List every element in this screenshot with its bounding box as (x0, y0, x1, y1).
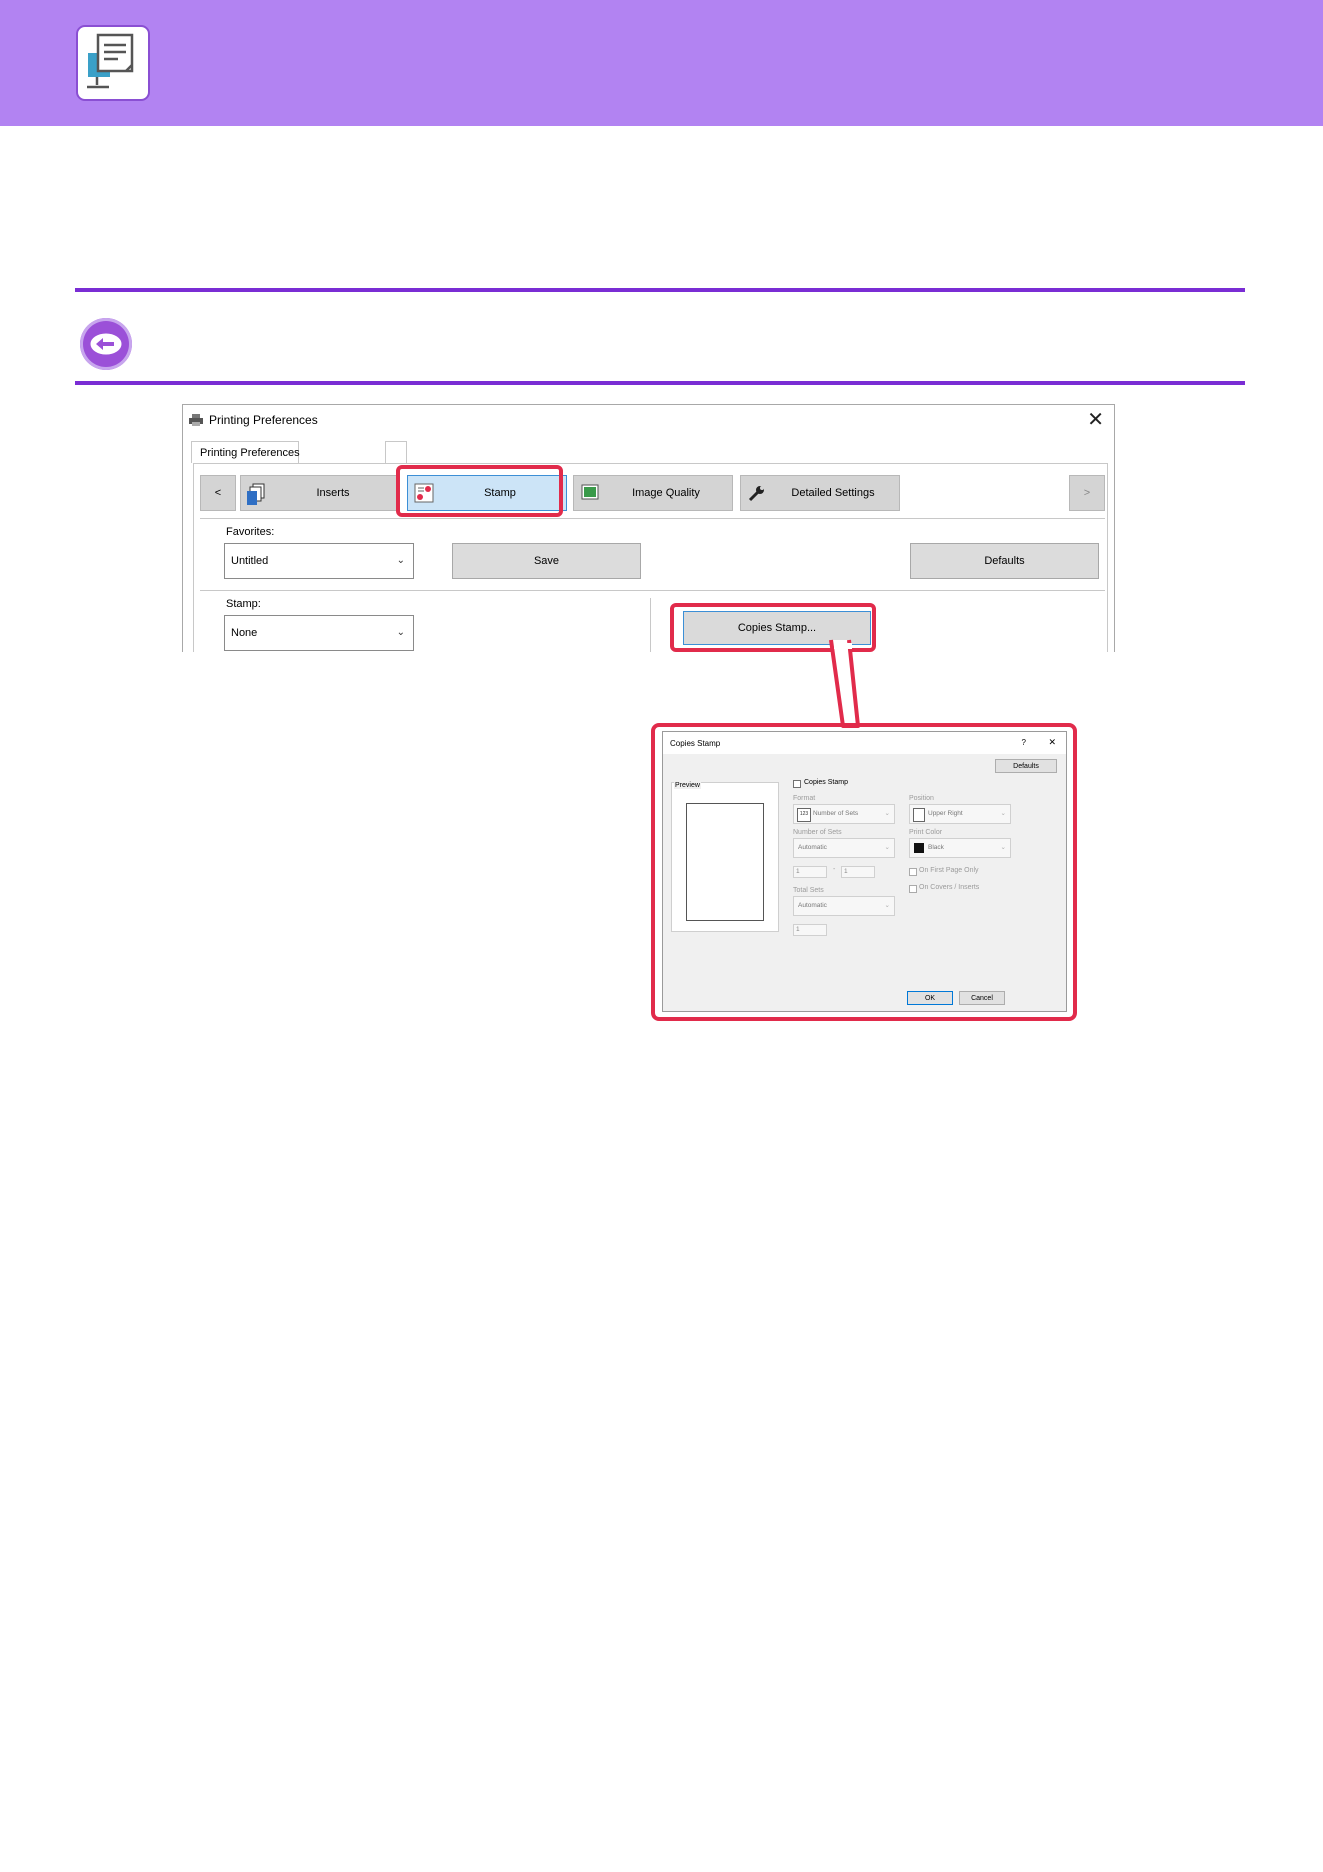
number-of-sets-icon: 123 (797, 808, 811, 822)
preview-label: Preview (674, 782, 701, 789)
page-position-icon (913, 808, 925, 822)
sets-to-input[interactable]: 1 (841, 866, 875, 878)
dialog-titlebar (663, 732, 1066, 754)
total-sets-input[interactable]: 1 (793, 924, 827, 936)
format-label: Format (793, 795, 816, 802)
dialog-title: Copies Stamp (670, 739, 721, 748)
cancel-button[interactable]: Cancel (959, 991, 1005, 1005)
chevron-down-icon: ⌄ (1000, 844, 1006, 851)
copies-stamp-checkbox-label: Copies Stamp (804, 779, 848, 786)
copies-stamp-checkbox[interactable] (793, 780, 801, 788)
preview-page (686, 803, 764, 921)
first-page-only-checkbox[interactable] (909, 868, 917, 876)
sets-from-input[interactable]: 1 (793, 866, 827, 878)
total-sets-label: Total Sets (793, 887, 824, 894)
chevron-down-icon: ⌄ (884, 844, 890, 851)
number-of-sets-dropdown[interactable]: Automatic ⌄ (793, 838, 895, 858)
dialog-defaults-button[interactable]: Defaults (995, 759, 1057, 773)
sets-range-separator: - (833, 866, 836, 873)
number-of-sets-label: Number of Sets (793, 829, 842, 836)
copies-stamp-dialog: Copies Stamp ? ✕ Defaults Preview Copies… (662, 731, 1067, 1012)
help-icon[interactable]: ? (1022, 738, 1026, 747)
close-icon[interactable]: ✕ (1048, 737, 1056, 748)
covers-inserts-label: On Covers / Inserts (919, 884, 980, 891)
print-color-dropdown[interactable]: Black ⌄ (909, 838, 1011, 858)
first-page-only-label: On First Page Only (919, 867, 979, 874)
chevron-down-icon: ⌄ (884, 810, 890, 817)
preview-group: Preview (671, 782, 779, 932)
ok-button[interactable]: OK (907, 991, 953, 1005)
position-label: Position (909, 795, 934, 802)
format-dropdown[interactable]: 123 Number of Sets ⌄ (793, 804, 895, 824)
color-swatch-icon (914, 843, 924, 853)
position-dropdown[interactable]: Upper Right ⌄ (909, 804, 1011, 824)
chevron-down-icon: ⌄ (884, 902, 890, 909)
chevron-down-icon: ⌄ (1000, 810, 1006, 817)
total-sets-dropdown[interactable]: Automatic ⌄ (793, 896, 895, 916)
covers-inserts-checkbox[interactable] (909, 885, 917, 893)
print-color-label: Print Color (909, 829, 943, 836)
